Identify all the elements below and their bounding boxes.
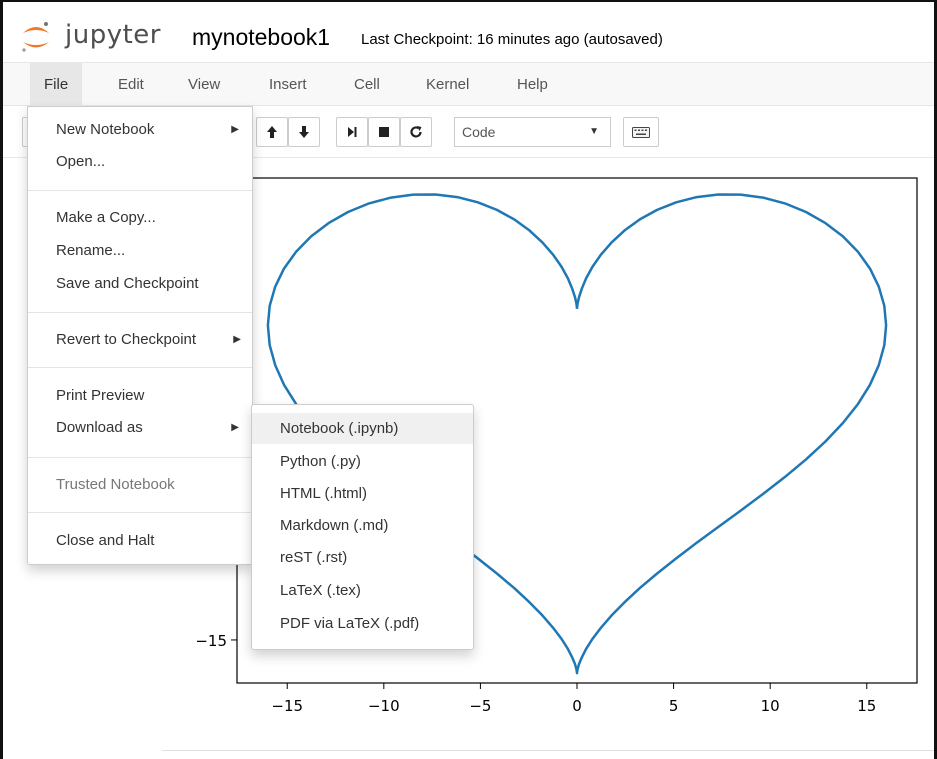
x-tick-label: −10 bbox=[368, 697, 400, 715]
x-tick-label: 10 bbox=[761, 697, 780, 715]
download-rst[interactable]: reST (.rst) bbox=[252, 542, 473, 573]
download-pdf[interactable]: PDF via LaTeX (.pdf) bbox=[252, 608, 473, 639]
download-as-submenu: Notebook (.ipynb) Python (.py) HTML (.ht… bbox=[251, 404, 474, 650]
x-axis-ticks: −15 −10 −5 0 5 10 15 bbox=[271, 683, 876, 715]
menu-item-label: Revert to Checkpoint bbox=[56, 331, 197, 348]
x-tick-label: 0 bbox=[572, 697, 582, 715]
menu-divider bbox=[28, 367, 252, 368]
menu-item-trusted-notebook[interactable]: Trusted Notebook bbox=[28, 471, 252, 499]
x-tick-label: −5 bbox=[469, 697, 491, 715]
x-tick-label: 5 bbox=[669, 697, 679, 715]
download-tex[interactable]: LaTeX (.tex) bbox=[252, 575, 473, 606]
download-ipynb[interactable]: Notebook (.ipynb) bbox=[252, 413, 473, 444]
menu-item-close-halt[interactable]: Close and Halt bbox=[28, 527, 252, 555]
menu-item-revert-checkpoint[interactable]: Revert to Checkpoint ▶ bbox=[28, 326, 252, 354]
menu-item-label: Download as bbox=[56, 419, 143, 436]
menu-divider bbox=[28, 457, 252, 458]
menu-item-download-as[interactable]: Download as ▶ bbox=[28, 414, 252, 442]
menu-divider bbox=[28, 512, 252, 513]
menu-item-save-checkpoint[interactable]: Save and Checkpoint bbox=[28, 270, 252, 298]
download-md[interactable]: Markdown (.md) bbox=[252, 510, 473, 541]
submenu-arrow-icon: ▶ bbox=[231, 124, 239, 135]
menu-item-label: New Notebook bbox=[56, 121, 155, 138]
menu-divider bbox=[28, 312, 252, 313]
y-tick-label: −15 bbox=[195, 632, 227, 650]
menu-item-rename[interactable]: Rename... bbox=[28, 237, 252, 265]
file-menu-dropdown: New Notebook ▶ Open... Make a Copy... Re… bbox=[27, 106, 253, 565]
x-tick-label: −15 bbox=[271, 697, 303, 715]
menu-divider bbox=[28, 190, 252, 191]
menu-item-print-preview[interactable]: Print Preview bbox=[28, 382, 252, 410]
submenu-arrow-icon: ▶ bbox=[233, 334, 241, 345]
submenu-arrow-icon: ▶ bbox=[231, 422, 239, 433]
download-py[interactable]: Python (.py) bbox=[252, 446, 473, 477]
download-html[interactable]: HTML (.html) bbox=[252, 478, 473, 509]
menu-item-make-copy[interactable]: Make a Copy... bbox=[28, 204, 252, 232]
menu-item-new-notebook[interactable]: New Notebook ▶ bbox=[28, 116, 252, 144]
menu-item-open[interactable]: Open... bbox=[28, 148, 252, 176]
x-tick-label: 15 bbox=[857, 697, 876, 715]
y-axis-ticks: −15 bbox=[195, 632, 237, 650]
